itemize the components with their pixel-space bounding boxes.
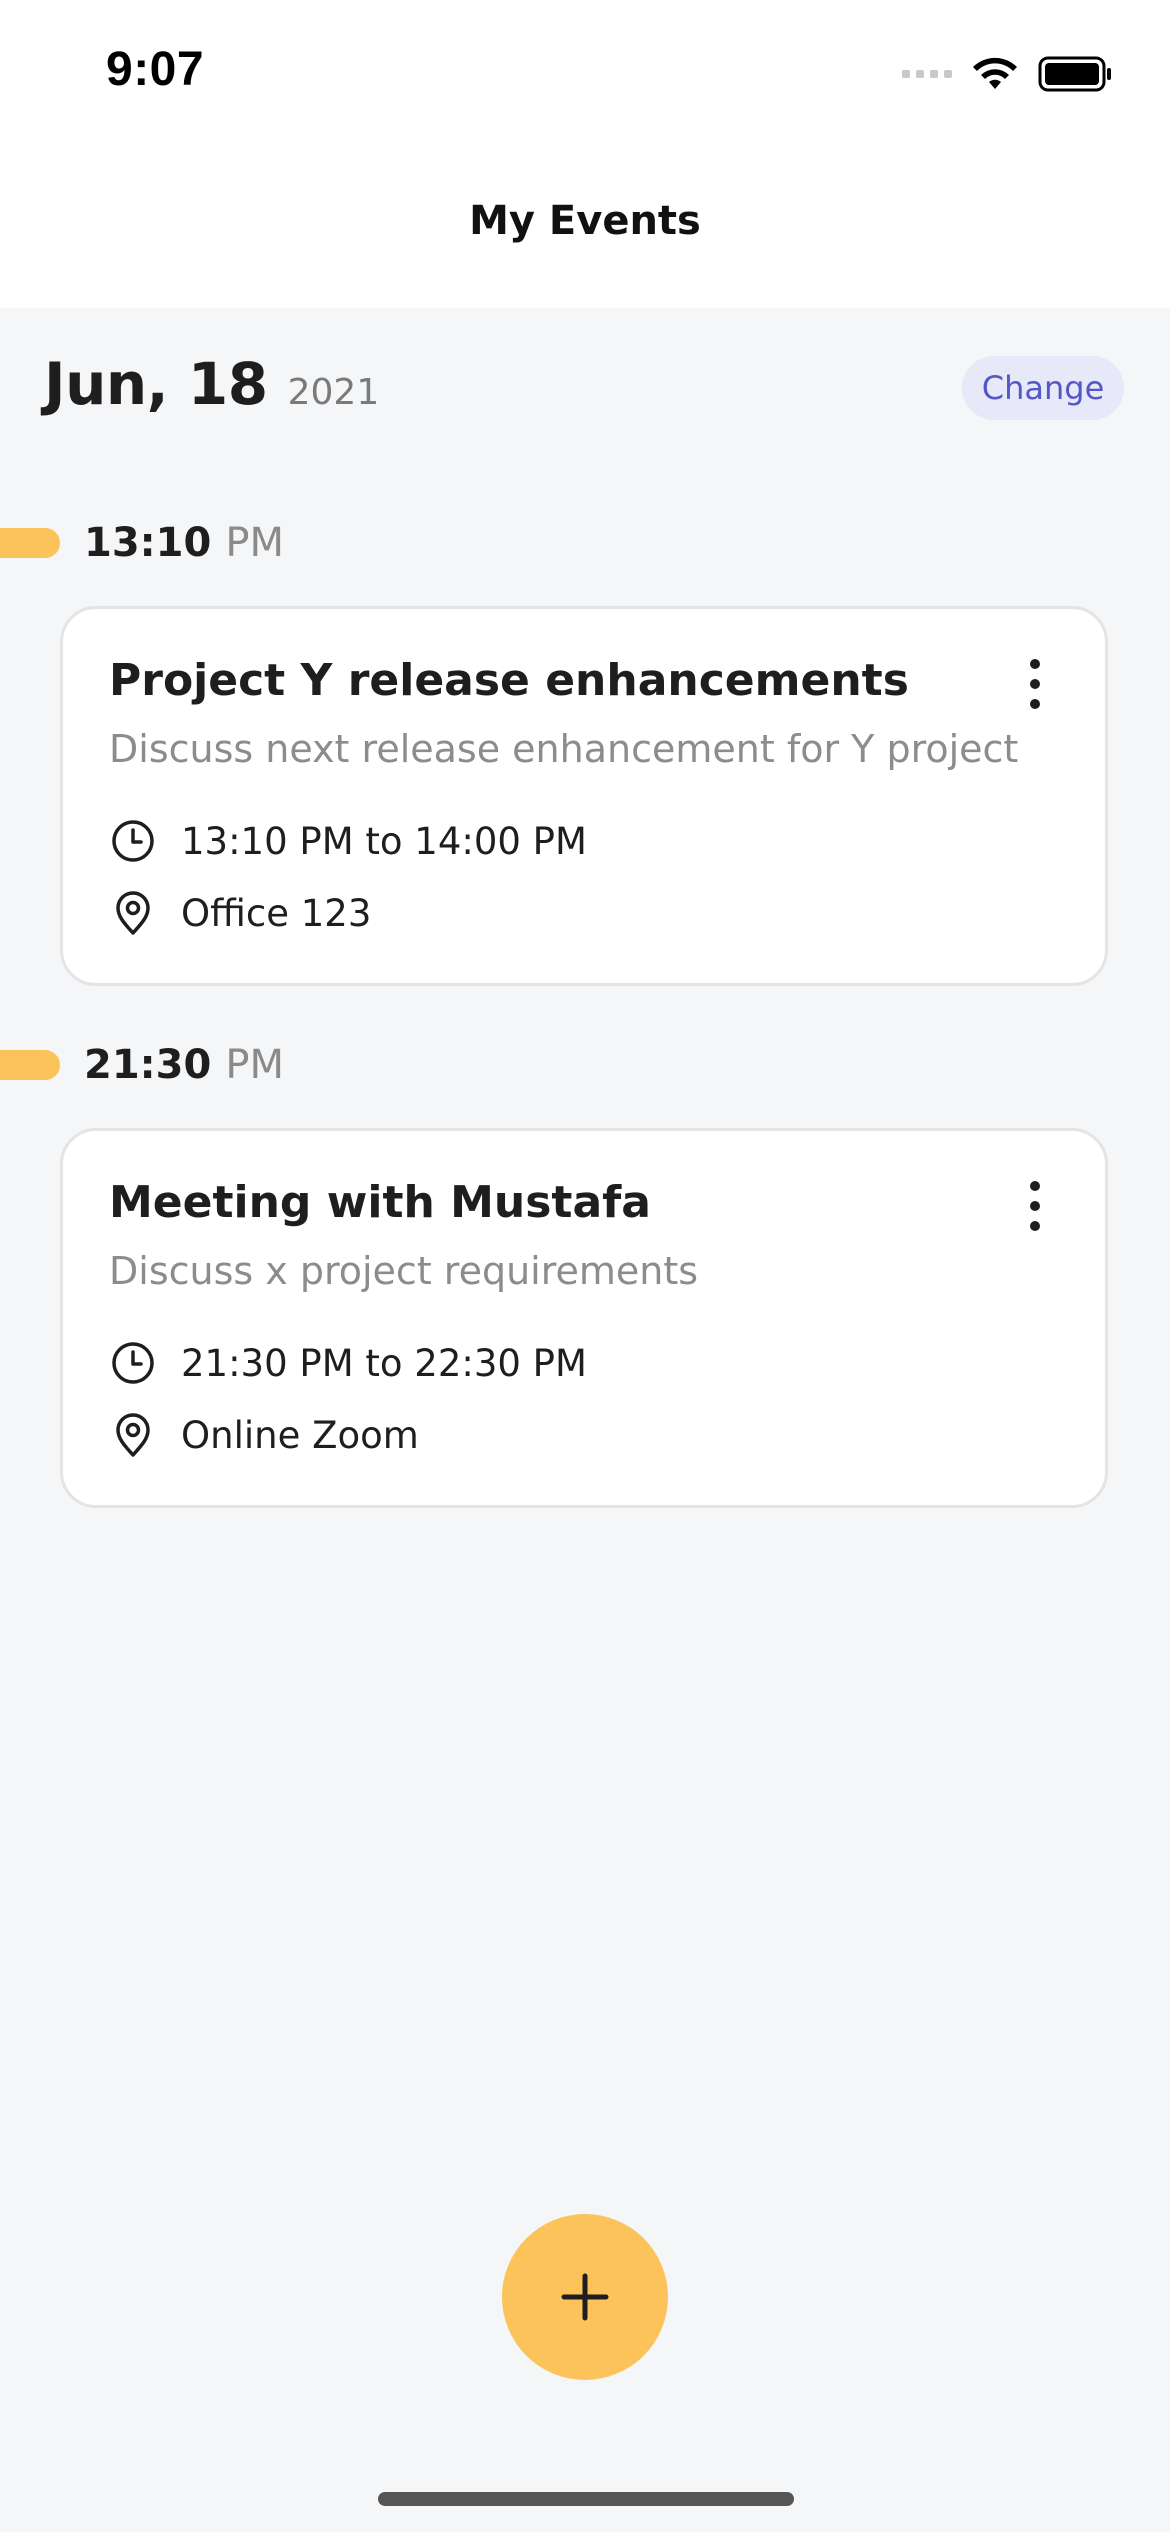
timeline-marker-icon (0, 528, 60, 558)
event-description: Discuss next release enhancement for Y p… (109, 727, 1019, 771)
status-time: 9:07 (106, 43, 205, 96)
timeline-marker-icon (0, 1050, 60, 1080)
event-card[interactable]: Project Y release enhancements Discuss n… (60, 606, 1108, 986)
change-date-button[interactable]: Change (962, 356, 1124, 420)
location-pin-icon (116, 1413, 150, 1457)
plus-icon (561, 2273, 609, 2321)
date-day: Jun, 18 (44, 350, 268, 418)
event-time-range-row: 21:30 PM to 22:30 PM (109, 1339, 587, 1387)
location-pin-icon (116, 891, 150, 935)
wifi-icon (973, 57, 1017, 89)
clock-icon (112, 1342, 154, 1384)
more-vertical-icon[interactable] (1029, 1181, 1041, 1231)
more-vertical-icon[interactable] (1029, 659, 1041, 709)
event-time-range-row: 13:10 PM to 14:00 PM (109, 817, 587, 865)
event-location-row: Office 123 (109, 889, 371, 937)
event-title: Project Y release enhancements (109, 655, 909, 706)
event-time-range: 13:10 PM to 14:00 PM (181, 819, 587, 863)
add-event-button[interactable] (502, 2214, 668, 2380)
home-indicator[interactable] (378, 2492, 794, 2506)
event-time: 13:10 (84, 520, 212, 566)
event-time-row: 21:30 PM (0, 1042, 284, 1088)
date-year: 2021 (287, 372, 380, 413)
date-display: Jun, 18 2021 (44, 350, 379, 418)
event-time: 21:30 (84, 1042, 212, 1088)
clock-icon (112, 820, 154, 862)
event-time-period: PM (225, 1042, 284, 1088)
event-location: Office 123 (181, 891, 372, 935)
battery-icon (1038, 56, 1111, 92)
status-icons (902, 52, 1114, 96)
app-header: My Events (0, 150, 1170, 308)
event-title: Meeting with Mustafa (109, 1177, 651, 1228)
event-time-period: PM (225, 520, 284, 566)
event-time-row: 13:10 PM (0, 520, 284, 566)
status-bar: 9:07 (0, 0, 1170, 150)
event-card[interactable]: Meeting with Mustafa Discuss x project r… (60, 1128, 1108, 1508)
page-title: My Events (469, 198, 701, 244)
event-location-row: Online Zoom (109, 1411, 419, 1459)
cellular-signal-icon (902, 70, 952, 78)
event-location: Online Zoom (181, 1413, 419, 1457)
event-description: Discuss x project requirements (109, 1249, 699, 1293)
event-time-range: 21:30 PM to 22:30 PM (181, 1341, 587, 1385)
